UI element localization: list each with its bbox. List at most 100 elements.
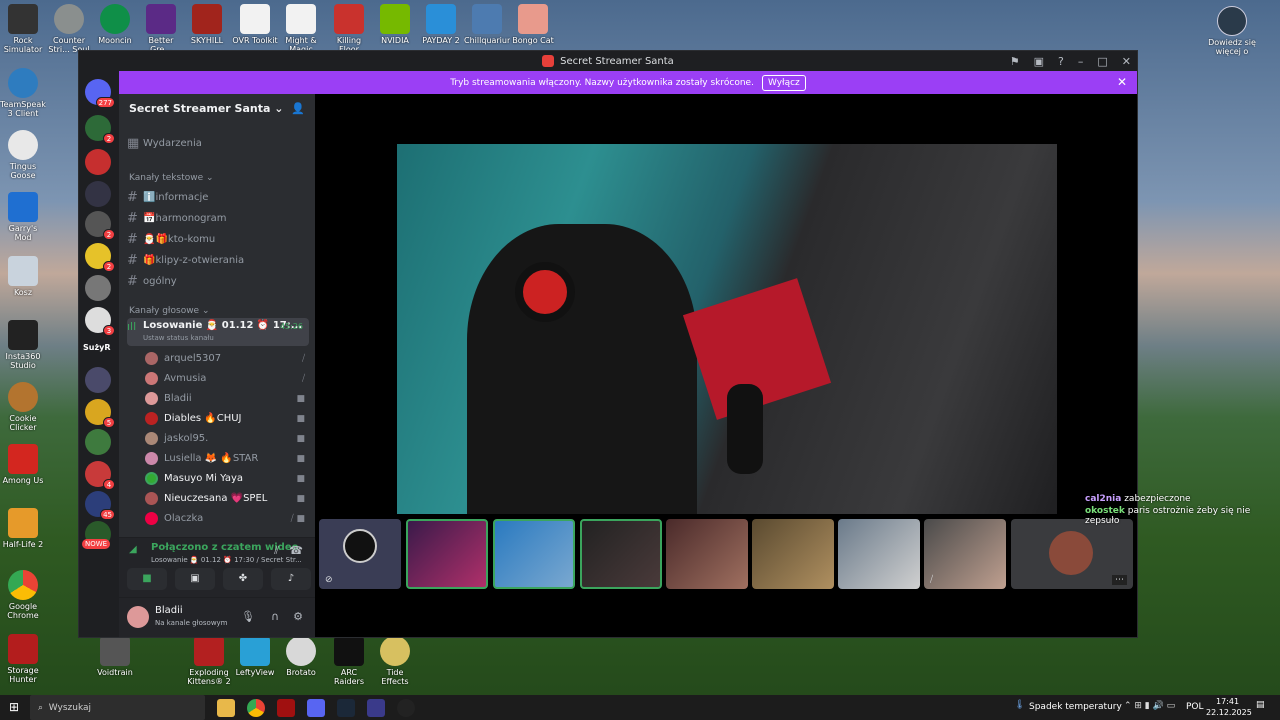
stream-tile-more[interactable]: ⋯	[1011, 519, 1133, 589]
desktop-icon[interactable]: Garry's Mod	[0, 192, 46, 242]
server-icon[interactable]: 2	[85, 243, 115, 272]
taskbar-search[interactable]: ⌕ Wyszukaj	[30, 695, 205, 720]
server-icon[interactable]	[85, 181, 111, 207]
tray-icons[interactable]: ⌃ ⊞ ▮ 🔊 ▭	[1124, 701, 1175, 711]
screen-share-button[interactable]: ▣	[175, 568, 215, 590]
desktop-icon[interactable]: Bongo Cat	[510, 4, 556, 45]
soundboard-button[interactable]: ♪	[271, 568, 311, 590]
flag-icon[interactable]: ⚑	[1010, 55, 1020, 68]
stream-tile[interactable]: ⧸	[924, 519, 1006, 589]
events-item[interactable]: ▦ Wydarzenia	[127, 134, 309, 153]
file-explorer-icon[interactable]	[217, 698, 235, 717]
desktop-icon[interactable]: PAYDAY 2	[418, 4, 464, 45]
voice-member[interactable]: Nieuczesana 💗SPEL ■	[145, 489, 309, 508]
headphones-icon[interactable]: ∩	[271, 610, 279, 623]
desktop-icon[interactable]: Counter Stri... Soul	[46, 4, 92, 54]
add-member-icon[interactable]: 👤	[291, 102, 305, 115]
desktop-icon[interactable]: Kosz	[0, 256, 46, 297]
voice-member[interactable]: Avmusia ⧸	[145, 369, 309, 388]
server-header[interactable]: Secret Streamer Santa ⌄ 👤	[119, 94, 315, 122]
avatar[interactable]	[127, 606, 149, 628]
user-name[interactable]: Bladii	[155, 605, 183, 616]
desktop-icon[interactable]: Rock Simulator	[0, 4, 46, 54]
desktop-icon[interactable]: Cookie Clicker	[0, 382, 46, 432]
clock-time[interactable]: 17:41	[1216, 697, 1239, 706]
channel-harmonogram[interactable]: # 📅harmonogram	[127, 209, 309, 228]
desktop-icon[interactable]: Brotato	[278, 636, 324, 677]
stream-tile[interactable]	[838, 519, 920, 589]
desktop-icon[interactable]: Exploding Kittens® 2	[186, 636, 232, 686]
server-icon[interactable]	[85, 429, 111, 455]
app-icon[interactable]	[277, 698, 295, 717]
desktop-icon[interactable]: Tingus Goose	[0, 130, 46, 180]
desktop-icon[interactable]: Among Us	[0, 444, 46, 485]
obs-icon[interactable]	[397, 698, 415, 717]
server-icon[interactable]	[85, 149, 111, 175]
disable-streamer-mode-button[interactable]: Wyłącz	[761, 74, 806, 91]
weather-text[interactable]: Spadek temperatury	[1029, 702, 1122, 712]
desktop-icon[interactable]: Mooncin	[92, 4, 138, 45]
desktop-icon[interactable]: Killing Floor	[326, 4, 372, 54]
minimize-button[interactable]: –	[1078, 55, 1084, 68]
text-category[interactable]: Kanały tekstowe ⌄	[129, 168, 309, 187]
server-label[interactable]: SużyR	[83, 343, 111, 352]
stream-tile[interactable]	[406, 519, 488, 589]
discord-icon[interactable]	[307, 698, 325, 717]
channel-kto-komu[interactable]: # 🎅🎁kto-komu	[127, 230, 309, 249]
settings-gear-icon[interactable]: ⚙	[293, 610, 303, 623]
disconnect-icon[interactable]: ☎	[289, 544, 303, 557]
more-options-icon[interactable]: ⋯	[1112, 575, 1127, 585]
stream-tile[interactable]	[580, 519, 662, 589]
main-video-stream[interactable]	[397, 144, 1057, 514]
channel-klipy[interactable]: # 🎁klipy-z-otwierania	[127, 251, 309, 270]
close-banner-icon[interactable]: ✕	[1117, 75, 1127, 89]
windows-start-icon[interactable]: ⊞	[9, 700, 19, 714]
desktop-icon[interactable]: TeamSpeak 3 Client	[0, 68, 46, 118]
desktop-icon[interactable]: Might & Magic	[278, 4, 324, 54]
desktop-icon[interactable]: Half-Life 2	[0, 508, 46, 549]
inbox-icon[interactable]: ▣	[1034, 55, 1044, 68]
desktop-icon[interactable]: Voidtrain	[92, 636, 138, 677]
stream-tile[interactable]	[493, 519, 575, 589]
server-icon[interactable]: 4	[85, 461, 115, 490]
voice-member[interactable]: Diables 🔥CHUJ ■	[145, 409, 309, 428]
desktop-icon[interactable]: Insta360 Studio	[0, 320, 46, 370]
maximize-button[interactable]: □	[1097, 55, 1107, 68]
voice-status-subtitle[interactable]: Losowanie 🎅 01.12 ⏰ 17:30 / Secret Str..…	[151, 556, 302, 564]
noise-suppression-icon[interactable]: ⫽	[274, 544, 279, 558]
chrome-icon[interactable]	[247, 698, 265, 717]
direct-messages-icon[interactable]: 277	[85, 79, 115, 108]
language-indicator[interactable]: POL	[1186, 702, 1204, 712]
close-button[interactable]: ✕	[1122, 55, 1131, 68]
clock-date[interactable]: 22.12.2025	[1206, 708, 1252, 717]
help-icon[interactable]: ?	[1058, 55, 1064, 68]
server-icon[interactable]	[85, 275, 111, 301]
desktop-icon[interactable]: Tide Effects	[372, 636, 418, 686]
channel-ogolny[interactable]: # ogólny	[127, 272, 309, 291]
desktop-icon[interactable]: Better Gre...	[138, 4, 184, 54]
desktop-icon[interactable]: Chillquarium	[464, 4, 510, 45]
desktop-icon[interactable]: Dowiedz się więcej o tym	[1208, 6, 1256, 57]
voice-member[interactable]: Masuyo Mi Yaya ■	[145, 469, 309, 488]
server-icon[interactable]	[85, 367, 111, 393]
activities-button[interactable]: ✤	[223, 568, 263, 590]
voice-member[interactable]: jaskol95. ■	[145, 429, 309, 448]
voice-member[interactable]: Lusiella 🦊 🔥STAR ■	[145, 449, 309, 468]
stream-tile-obs[interactable]: ⊘	[319, 519, 401, 589]
voice-channel-losowanie[interactable]: ıll Losowanie 🎅 01.12 ⏰ 17:... 45:26 Ust…	[127, 318, 309, 346]
channel-status[interactable]: Ustaw status kanału	[143, 334, 214, 342]
microphone-icon[interactable]: 🎙	[241, 610, 255, 623]
server-icon[interactable]: 3	[85, 307, 115, 336]
server-icon[interactable]: 45	[85, 491, 115, 520]
desktop-icon[interactable]: Storage Hunter	[0, 634, 46, 684]
desktop-icon[interactable]: SKYHILL	[184, 4, 230, 45]
channel-informacje[interactable]: # ℹ️informacje	[127, 188, 309, 207]
desktop-icon[interactable]: LeftyView	[232, 636, 278, 677]
voice-member[interactable]: Bladii ■	[145, 389, 309, 408]
server-icon[interactable]: 5	[85, 399, 115, 428]
server-icon[interactable]: 2	[85, 211, 115, 240]
server-icon[interactable]: 2	[85, 115, 115, 144]
desktop-icon[interactable]: Google Chrome	[0, 570, 46, 620]
voice-member[interactable]: Olaczka ⧸ ■	[145, 509, 309, 528]
app-icon[interactable]	[367, 698, 385, 717]
